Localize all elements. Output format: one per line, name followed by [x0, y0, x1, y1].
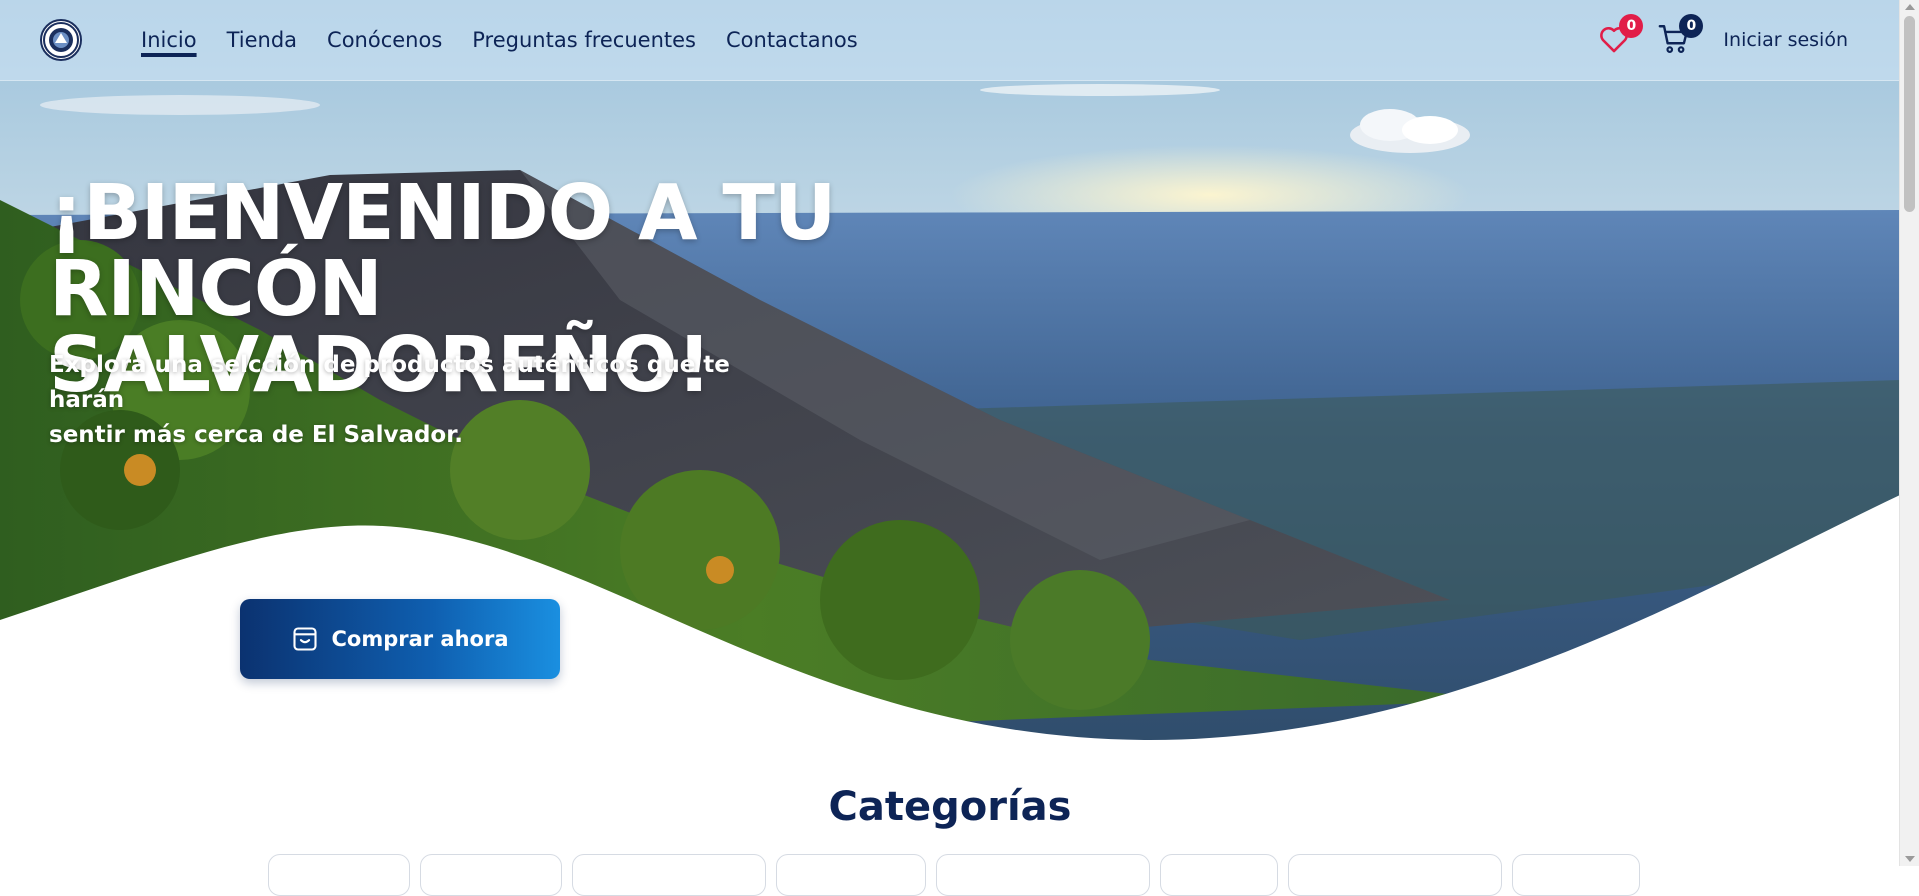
category-chip[interactable]: [776, 854, 926, 896]
category-chip[interactable]: [1512, 854, 1640, 896]
top-navbar: Inicio Tienda Conócenos Preguntas frecue…: [0, 0, 1900, 81]
category-chip[interactable]: [572, 854, 766, 896]
nav-link-preguntas-frecuentes[interactable]: Preguntas frecuentes: [472, 26, 696, 54]
shop-now-button[interactable]: Comprar ahora: [240, 599, 560, 679]
categories-heading: Categorías: [828, 784, 1072, 830]
nav-link-contactanos[interactable]: Contactanos: [726, 26, 858, 54]
category-chip[interactable]: [420, 854, 562, 896]
category-chip[interactable]: [268, 854, 410, 896]
cart-count-badge: 0: [1679, 14, 1704, 38]
scroll-down-arrow-icon[interactable]: [1905, 856, 1915, 862]
logo-emblem-icon: [43, 22, 79, 58]
nav-actions: 0 0 Iniciar sesión: [1597, 14, 1848, 60]
hero-subtitle: Explora una selcción de productos autént…: [49, 348, 769, 453]
cart-button[interactable]: 0: [1657, 14, 1704, 58]
nav-link-inicio[interactable]: Inicio: [141, 26, 197, 54]
site-logo[interactable]: [40, 19, 82, 61]
login-link[interactable]: Iniciar sesión: [1723, 29, 1848, 51]
store-icon: [293, 627, 318, 651]
category-chip-row: [268, 854, 1650, 896]
scroll-up-arrow-icon[interactable]: [1905, 4, 1915, 10]
wishlist-button[interactable]: 0: [1597, 14, 1644, 58]
nav-link-tienda[interactable]: Tienda: [227, 26, 297, 54]
page-scrollbar[interactable]: [1899, 0, 1919, 866]
category-chip[interactable]: [1288, 854, 1502, 896]
category-chip[interactable]: [936, 854, 1150, 896]
scrollbar-thumb[interactable]: [1904, 16, 1915, 212]
hero-subtitle-line-2: sentir más cerca de El Salvador.: [49, 422, 464, 448]
hero-subtitle-line-1: Explora una selcción de productos autént…: [49, 352, 730, 413]
nav-link-conocenos[interactable]: Conócenos: [327, 26, 442, 54]
category-chip[interactable]: [1160, 854, 1278, 896]
main-nav: Inicio Tienda Conócenos Preguntas frecue…: [141, 26, 888, 54]
wishlist-count-badge: 0: [1619, 14, 1644, 38]
shop-now-label: Comprar ahora: [331, 627, 509, 651]
